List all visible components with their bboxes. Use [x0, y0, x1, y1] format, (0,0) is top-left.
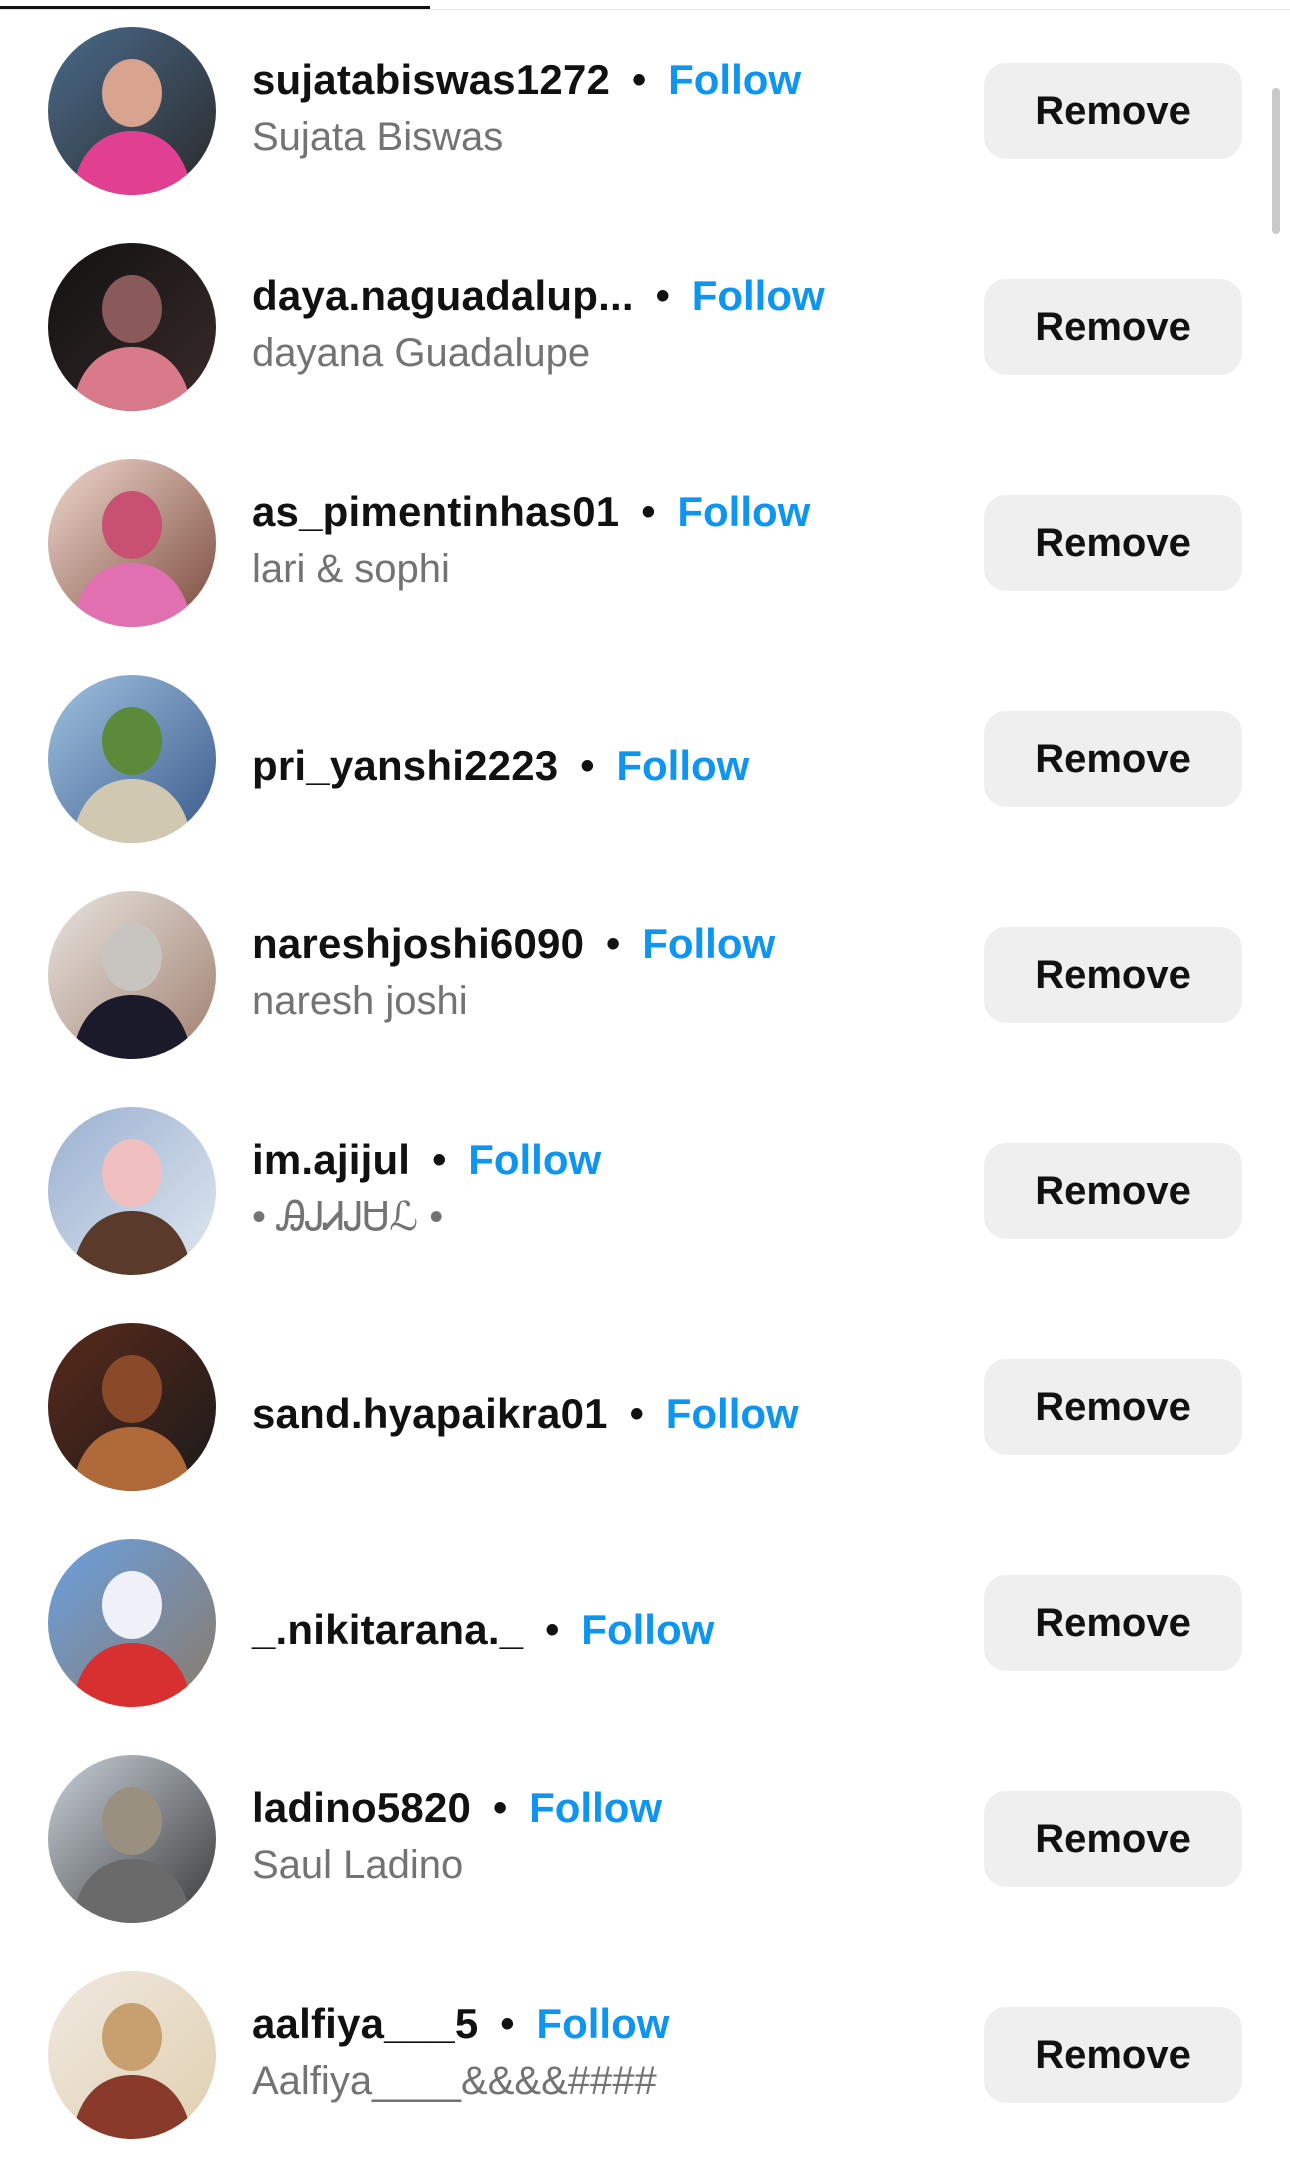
- username[interactable]: sujatabiswas1272: [252, 56, 610, 104]
- username[interactable]: aalfiya___5: [252, 2000, 478, 2048]
- follower-row[interactable]: sand.hyapaikra01 • Follow Remove: [0, 1306, 1290, 1522]
- avatar[interactable]: [48, 1755, 216, 1923]
- avatar[interactable]: [48, 1539, 216, 1707]
- separator-dot: •: [432, 1138, 447, 1182]
- username[interactable]: daya.naguadalup...: [252, 272, 634, 320]
- follower-info: daya.naguadalup... • Follow dayana Guadalup…: [252, 268, 972, 380]
- follower-info: _.nikitarana._ • Follow: [252, 1522, 972, 1738]
- follower-info: sand.hyapaikra01 • Follow: [252, 1306, 972, 1522]
- remove-button[interactable]: Remove: [984, 1359, 1242, 1455]
- username[interactable]: nareshjoshi6090: [252, 920, 584, 968]
- separator-dot: •: [545, 1608, 560, 1652]
- follow-button[interactable]: Follow: [642, 920, 775, 968]
- follow-button[interactable]: Follow: [468, 1136, 601, 1184]
- follower-info: nareshjoshi6090 • Follow naresh joshi: [252, 916, 972, 1028]
- follow-button[interactable]: Follow: [581, 1606, 714, 1654]
- separator-dot: •: [629, 1392, 644, 1436]
- follower-info: as_pimentinhas01 • Follow lari & sophi: [252, 484, 972, 596]
- follower-row[interactable]: _.nikitarana._ • Follow Remove: [0, 1522, 1290, 1738]
- remove-button[interactable]: Remove: [984, 711, 1242, 807]
- avatar[interactable]: [48, 1323, 216, 1491]
- follow-button[interactable]: Follow: [668, 56, 801, 104]
- username-line: sujatabiswas1272 • Follow: [252, 52, 972, 108]
- follow-button[interactable]: Follow: [529, 1784, 662, 1832]
- follower-row[interactable]: im.ajijul • Follow • ᎯᎫᏗᎫᏌℒ • Remove: [0, 1090, 1290, 1306]
- username-line: aalfiya___5 • Follow: [252, 1996, 972, 2052]
- full-name: Aalfiya____&&&&####: [252, 2059, 657, 2103]
- username[interactable]: sand.hyapaikra01: [252, 1390, 608, 1438]
- separator-dot: •: [641, 490, 656, 534]
- follower-row[interactable]: sujatabiswas1272 • Follow Sujata Biswas Remo…: [0, 10, 1290, 226]
- follower-info: im.ajijul • Follow • ᎯᎫᏗᎫᏌℒ •: [252, 1132, 972, 1244]
- username-line: daya.naguadalup... • Follow: [252, 268, 972, 324]
- remove-button[interactable]: Remove: [984, 927, 1242, 1023]
- follower-info: pri_yanshi2223 • Follow: [252, 658, 972, 874]
- avatar[interactable]: [48, 675, 216, 843]
- follower-info: aalfiya___5 • Follow Aalfiya____&&&&####: [252, 1996, 972, 2108]
- username-line: as_pimentinhas01 • Follow: [252, 484, 972, 540]
- follower-row[interactable]: as_pimentinhas01 • Follow lari & sophi Remov…: [0, 442, 1290, 658]
- separator-dot: •: [655, 274, 670, 318]
- remove-button[interactable]: Remove: [984, 2007, 1242, 2103]
- full-name: • ᎯᎫᏗᎫᏌℒ •: [252, 1195, 444, 1239]
- avatar[interactable]: [48, 243, 216, 411]
- remove-button[interactable]: Remove: [984, 279, 1242, 375]
- followers-list: sujatabiswas1272 • Follow Sujata Biswas Remo…: [0, 10, 1290, 2170]
- follower-row[interactable]: nareshjoshi6090 • Follow naresh joshi Remove: [0, 874, 1290, 1090]
- username[interactable]: as_pimentinhas01: [252, 488, 619, 536]
- follower-row[interactable]: ladino5820 • Follow Saul Ladino Remove: [0, 1738, 1290, 1954]
- separator-dot: •: [500, 2002, 515, 2046]
- follower-row[interactable]: daya.naguadalup... • Follow dayana Guadalup…: [0, 226, 1290, 442]
- tab-strip: [0, 0, 1290, 10]
- remove-button[interactable]: Remove: [984, 63, 1242, 159]
- username-line: pri_yanshi2223 • Follow: [252, 738, 749, 794]
- follow-button[interactable]: Follow: [666, 1390, 799, 1438]
- avatar[interactable]: [48, 459, 216, 627]
- avatar[interactable]: [48, 1107, 216, 1275]
- remove-button[interactable]: Remove: [984, 1791, 1242, 1887]
- follower-info: sujatabiswas1272 • Follow Sujata Biswas: [252, 52, 972, 164]
- follower-info: ladino5820 • Follow Saul Ladino: [252, 1780, 972, 1892]
- follow-button[interactable]: Follow: [536, 2000, 669, 2048]
- follow-button[interactable]: Follow: [677, 488, 810, 536]
- avatar[interactable]: [48, 1971, 216, 2139]
- separator-dot: •: [632, 58, 647, 102]
- full-name: Saul Ladino: [252, 1843, 464, 1887]
- username-line: sand.hyapaikra01 • Follow: [252, 1386, 799, 1442]
- follow-button[interactable]: Follow: [692, 272, 825, 320]
- avatar[interactable]: [48, 27, 216, 195]
- avatar[interactable]: [48, 891, 216, 1059]
- separator-dot: •: [606, 922, 621, 966]
- username-line: nareshjoshi6090 • Follow: [252, 916, 972, 972]
- username[interactable]: pri_yanshi2223: [252, 742, 558, 790]
- full-name: dayana Guadalupe: [252, 331, 591, 375]
- separator-dot: •: [580, 744, 595, 788]
- remove-button[interactable]: Remove: [984, 495, 1242, 591]
- follow-button[interactable]: Follow: [616, 742, 749, 790]
- remove-button[interactable]: Remove: [984, 1143, 1242, 1239]
- full-name: lari & sophi: [252, 547, 450, 591]
- username-line: ladino5820 • Follow: [252, 1780, 972, 1836]
- full-name: naresh joshi: [252, 979, 468, 1023]
- username[interactable]: _.nikitarana._: [252, 1606, 523, 1654]
- remove-button[interactable]: Remove: [984, 1575, 1242, 1671]
- username[interactable]: im.ajijul: [252, 1136, 410, 1184]
- username-line: im.ajijul • Follow: [252, 1132, 972, 1188]
- separator-dot: •: [493, 1786, 508, 1830]
- username[interactable]: ladino5820: [252, 1784, 471, 1832]
- full-name: Sujata Biswas: [252, 115, 504, 159]
- follower-row[interactable]: pri_yanshi2223 • Follow Remove: [0, 658, 1290, 874]
- follower-row[interactable]: aalfiya___5 • Follow Aalfiya____&&&&#### Rem…: [0, 1954, 1290, 2170]
- username-line: _.nikitarana._ • Follow: [252, 1602, 714, 1658]
